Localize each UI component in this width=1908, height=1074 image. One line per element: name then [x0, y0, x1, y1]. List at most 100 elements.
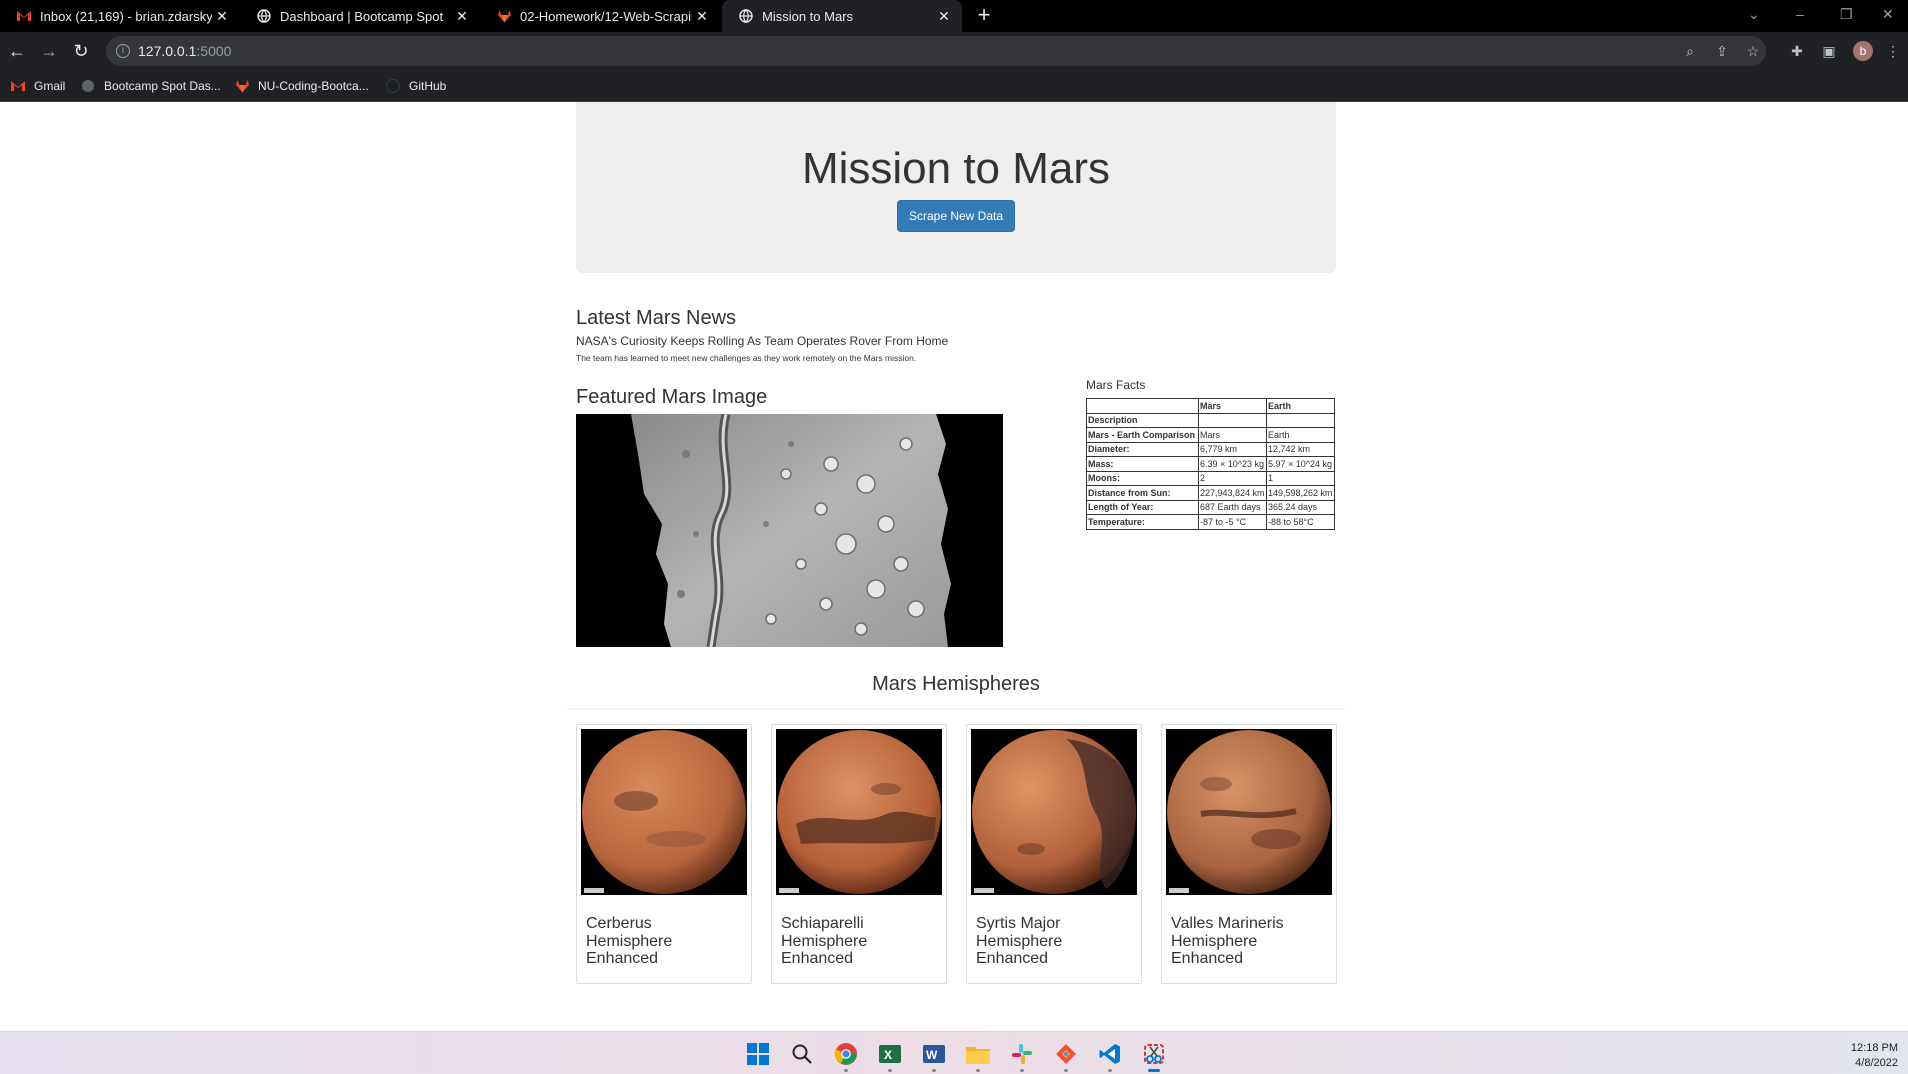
running-indicator [844, 1069, 848, 1072]
earth-value: 5.97 × 10^24 kg [1266, 456, 1335, 472]
new-tab-button[interactable]: + [972, 4, 996, 28]
browser-toolbar: ← → ↻ i 127.0.0.1:5000 ⌕ ⇪ ☆ ✚ ▣ b ⋮ [0, 32, 1908, 70]
table-row: Distance from Sun: 227,943,824 km 149,598,… [1086, 485, 1335, 501]
hemisphere-card-syrtis-major[interactable]: Syrtis Major Hemisphere Enhanced [966, 724, 1142, 984]
tab-homework[interactable]: 02-Homework/12-Web-Scraping ✕ [480, 0, 720, 32]
git-icon[interactable] [1053, 1041, 1079, 1072]
hemisphere-card-schiaparelli[interactable]: Schiaparelli Hemisphere Enhanced [771, 724, 947, 984]
tab-title: 02-Homework/12-Web-Scraping [520, 8, 692, 24]
mars-value: 687 Earth days [1198, 499, 1267, 515]
snipping-tool-icon[interactable] [1141, 1041, 1167, 1072]
close-icon[interactable]: ✕ [452, 8, 472, 25]
forward-arrow-icon[interactable]: → [38, 40, 60, 62]
news-heading: Latest Mars News [576, 307, 737, 329]
mars-facts-table: Mars Earth Description Mars - Earth Comp… [1086, 398, 1335, 530]
close-icon[interactable]: ✕ [212, 8, 232, 25]
hemisphere-image[interactable] [776, 729, 942, 895]
file-explorer-icon[interactable] [965, 1041, 991, 1072]
system-clock[interactable]: 12:18 PM 4/8/2022 [1851, 1041, 1898, 1071]
url-port: :5000 [196, 43, 232, 59]
side-panel-icon[interactable]: ▣ [1820, 42, 1838, 60]
mars-facts-heading: Mars Facts [1086, 378, 1146, 392]
vscode-icon[interactable] [1097, 1041, 1123, 1072]
github-icon [385, 78, 401, 94]
row-label: Distance from Sun: [1086, 485, 1199, 501]
table-header-row: Mars Earth [1086, 398, 1335, 414]
share-icon[interactable]: ⇪ [1713, 42, 1731, 60]
restore-icon[interactable]: ❐ [1840, 6, 1853, 23]
hemisphere-title[interactable]: Schiaparelli Hemisphere Enhanced [781, 915, 936, 968]
close-icon[interactable]: ✕ [692, 8, 712, 25]
slack-icon[interactable] [1009, 1041, 1035, 1072]
clock-date: 4/8/2022 [1855, 1057, 1898, 1069]
svg-text:W: W [926, 1048, 938, 1062]
clock-time: 12:18 PM [1850, 1042, 1898, 1054]
bookmark-label: Gmail [34, 79, 66, 93]
row-label: Diameter: [1086, 441, 1199, 457]
bookmarks-bar: Gmail Bootcamp Spot Das... NU-Coding-Boo… [0, 70, 1908, 102]
gitlab-icon [234, 78, 250, 94]
hemisphere-card-cerberus[interactable]: Cerberus Hemisphere Enhanced [576, 724, 752, 984]
word-icon[interactable]: W [921, 1041, 947, 1072]
mars-value: 6,779 km [1198, 441, 1267, 457]
mars-value: -87 to -5 °C [1198, 514, 1267, 530]
gitlab-icon [496, 8, 512, 24]
extensions-icon[interactable]: ✚ [1788, 42, 1806, 60]
tab-dashboard[interactable]: Dashboard | Bootcamp Spot ✕ [240, 0, 480, 32]
scrape-new-data-button[interactable]: Scrape New Data [897, 200, 1015, 232]
chrome-icon[interactable] [833, 1041, 859, 1072]
running-indicator [1108, 1069, 1112, 1072]
table-header-cell: Earth [1266, 398, 1335, 414]
hemisphere-image[interactable] [581, 729, 747, 895]
tab-inbox[interactable]: Inbox (21,169) - brian.zdarsky@g ✕ [0, 0, 240, 32]
close-window-icon[interactable]: ✕ [1882, 6, 1894, 23]
zoom-icon[interactable]: ⌕ [1681, 42, 1699, 60]
minimize-icon[interactable]: – [1796, 6, 1804, 22]
hemisphere-title[interactable]: Cerberus Hemisphere Enhanced [586, 915, 741, 968]
earth-value: 365.24 days [1266, 499, 1335, 515]
excel-icon[interactable]: X [877, 1041, 903, 1072]
hemisphere-image[interactable] [971, 729, 1137, 895]
row-label: Temperature: [1086, 514, 1199, 530]
hemisphere-image[interactable] [1166, 729, 1332, 895]
search-icon[interactable] [789, 1041, 815, 1067]
reload-icon[interactable]: ↻ [70, 40, 92, 62]
hemisphere-title[interactable]: Syrtis Major Hemisphere Enhanced [976, 915, 1131, 968]
site-info-icon[interactable]: i [116, 44, 130, 58]
news-paragraph: The team has learned to meet new challen… [576, 353, 917, 363]
hemisphere-title[interactable]: Valles Marineris Hemisphere Enhanced [1171, 915, 1326, 968]
hemispheres-heading: Mars Hemispheres [872, 673, 1040, 695]
bookmark-bootcamp-spot[interactable]: Bootcamp Spot Das... [80, 78, 221, 94]
page-title: Mission to Mars [801, 144, 1111, 193]
bookmark-github[interactable]: GitHub [385, 78, 446, 94]
bookmark-nu-coding[interactable]: NU-Coding-Bootca... [234, 78, 369, 94]
earth-value: 12,742 km [1266, 441, 1335, 457]
table-row: Description [1086, 412, 1335, 428]
tab-search-icon[interactable]: ⌄ [1748, 6, 1760, 23]
active-indicator [1148, 1069, 1160, 1072]
menu-icon[interactable]: ⋮ [1884, 42, 1902, 60]
bookmark-label: NU-Coding-Bootca... [258, 79, 369, 93]
bookmark-label: Bootcamp Spot Das... [104, 79, 221, 93]
featured-mars-image [576, 414, 1003, 647]
bookmark-gmail[interactable]: Gmail [10, 78, 65, 94]
divider [566, 708, 1346, 709]
mars-value: 227,943,824 km [1198, 485, 1267, 501]
back-arrow-icon[interactable]: ← [6, 40, 28, 62]
url-host: 127.0.0.1 [138, 43, 197, 59]
close-icon[interactable]: ✕ [934, 8, 954, 25]
globe-icon [738, 8, 754, 24]
globe-icon [256, 8, 272, 24]
tab-title: Dashboard | Bootcamp Spot [280, 8, 444, 24]
windows-start-icon[interactable] [745, 1041, 771, 1067]
row-label: Mars - Earth Comparison [1086, 427, 1199, 443]
bookmark-star-icon[interactable]: ☆ [1744, 42, 1762, 60]
address-bar[interactable]: i 127.0.0.1:5000 ⌕ ⇪ ☆ [106, 36, 1766, 66]
avatar[interactable]: b [1853, 41, 1873, 61]
tab-mission-to-mars[interactable]: Mission to Mars ✕ [722, 0, 962, 32]
hemisphere-card-valles-marineris[interactable]: Valles Marineris Hemisphere Enhanced [1161, 724, 1337, 984]
running-indicator [976, 1069, 980, 1072]
running-indicator [888, 1069, 892, 1072]
table-row: Temperature: -87 to -5 °C -88 to 58°C [1086, 514, 1335, 530]
usgs-logo [584, 888, 604, 893]
